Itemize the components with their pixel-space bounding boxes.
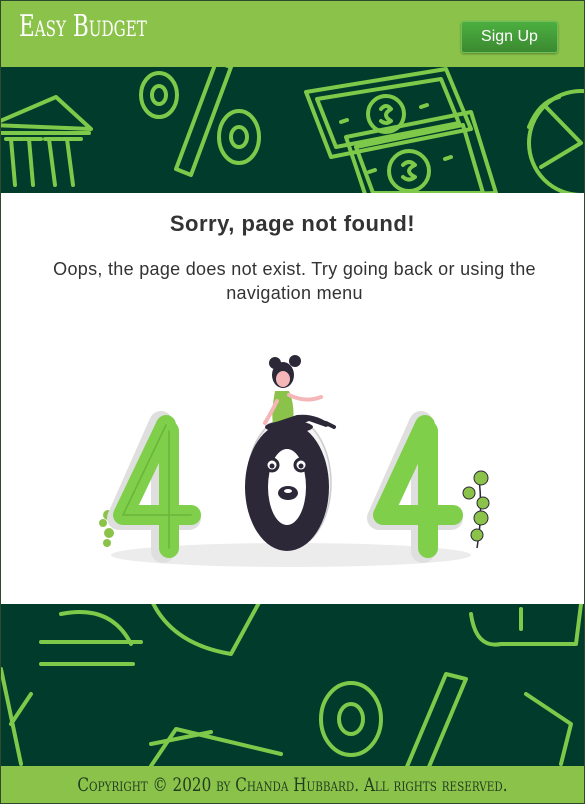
footer-bar: Copyright © 2020 by Chanda Hubbard. All …: [1, 766, 584, 803]
decorative-banner-top: [1, 67, 584, 193]
character: [263, 355, 336, 433]
decorative-banner-bottom: [1, 604, 584, 766]
percent-icon: [319, 672, 468, 766]
dollar-bill-icon: [469, 604, 583, 766]
plant-right: [462, 470, 490, 549]
main-content: Sorry, page not found! Oops, the page do…: [1, 193, 584, 604]
euro-icon: [1, 610, 143, 766]
finance-pattern-top: [1, 67, 584, 193]
logo[interactable]: Easy Budget: [19, 9, 147, 44]
dollar-bill-icon: [304, 67, 498, 193]
percent-icon: [139, 67, 261, 177]
error-message: Oops, the page does not exist. Try going…: [53, 259, 536, 303]
404-illustration: [99, 355, 490, 567]
digit-four-right: [367, 411, 463, 563]
digit-four-left: [107, 411, 201, 563]
copyright-text: Copyright © 2020 by Chanda Hubbard. All …: [77, 774, 508, 796]
bank-icon: [1, 95, 93, 187]
finance-pattern-bottom: [1, 604, 583, 766]
signup-button[interactable]: Sign Up: [461, 21, 558, 53]
digit-zero: [245, 416, 332, 551]
page-title: Sorry, page not found!: [169, 211, 416, 236]
bank-icon: [149, 727, 283, 766]
pie-chart-icon: [151, 604, 261, 656]
header-bar: Easy Budget Sign Up: [1, 1, 584, 67]
pie-chart-icon: [527, 89, 584, 193]
